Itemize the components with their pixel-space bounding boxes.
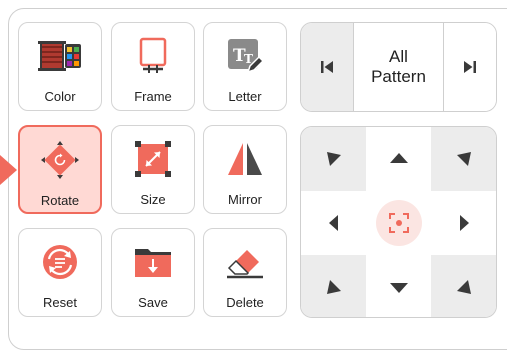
skip-next-icon — [464, 61, 476, 73]
skip-previous-icon — [321, 61, 333, 73]
selection-pointer-icon — [0, 155, 17, 185]
rotate-button[interactable]: Rotate — [18, 125, 102, 214]
reset-button[interactable]: Reset — [18, 228, 102, 317]
move-down-button[interactable] — [366, 255, 431, 317]
arrow-right-icon — [459, 215, 469, 231]
letter-label: Letter — [228, 89, 262, 104]
embroidery-frame-icon — [112, 35, 194, 77]
save-button[interactable]: Save — [111, 228, 195, 317]
arrow-up-left-icon — [326, 152, 341, 166]
move-up-right-button[interactable] — [431, 127, 496, 191]
eraser-icon — [204, 241, 286, 283]
pattern-label-line1: All — [389, 47, 408, 66]
rotate-label: Rotate — [40, 193, 80, 208]
move-down-left-button[interactable] — [301, 255, 366, 317]
pattern-label: All Pattern — [353, 23, 444, 111]
mirror-button[interactable]: Mirror — [203, 125, 287, 214]
arrow-down-left-icon — [326, 280, 341, 294]
letter-edit-icon: T T — [204, 35, 286, 77]
reset-label: Reset — [43, 295, 77, 310]
frame-button[interactable]: Frame — [111, 22, 195, 111]
pattern-label-line2: Pattern — [371, 67, 426, 86]
size-label: Size — [140, 192, 166, 207]
mirror-icon — [204, 138, 286, 180]
move-dpad — [300, 126, 497, 318]
color-palette-icon — [19, 35, 101, 77]
letter-button[interactable]: T T Letter — [203, 22, 287, 111]
resize-icon — [112, 138, 194, 180]
rotate-icon — [20, 139, 100, 181]
next-pattern-button[interactable] — [443, 23, 496, 111]
previous-pattern-button[interactable] — [301, 23, 354, 111]
arrow-down-icon — [389, 283, 408, 293]
move-left-button[interactable] — [301, 191, 366, 255]
delete-button[interactable]: Delete — [203, 228, 287, 317]
move-right-button[interactable] — [431, 191, 496, 255]
move-up-left-button[interactable] — [301, 127, 366, 191]
arrow-up-icon — [389, 153, 408, 163]
center-focus-icon — [375, 200, 422, 246]
frame-label: Frame — [134, 89, 172, 104]
save-label: Save — [138, 295, 168, 310]
color-label: Color — [44, 89, 76, 104]
move-up-button[interactable] — [366, 127, 431, 191]
mirror-label: Mirror — [228, 192, 262, 207]
size-button[interactable]: Size — [111, 125, 195, 214]
arrow-left-icon — [328, 215, 338, 231]
reset-icon — [19, 241, 101, 283]
arrow-up-right-icon — [456, 152, 471, 166]
pattern-selector: All Pattern — [300, 22, 497, 112]
delete-label: Delete — [226, 295, 264, 310]
center-button[interactable] — [366, 191, 431, 255]
color-button[interactable]: Color — [18, 22, 102, 111]
save-folder-icon — [112, 241, 194, 283]
arrow-down-right-icon — [456, 280, 471, 294]
move-down-right-button[interactable] — [431, 255, 496, 317]
